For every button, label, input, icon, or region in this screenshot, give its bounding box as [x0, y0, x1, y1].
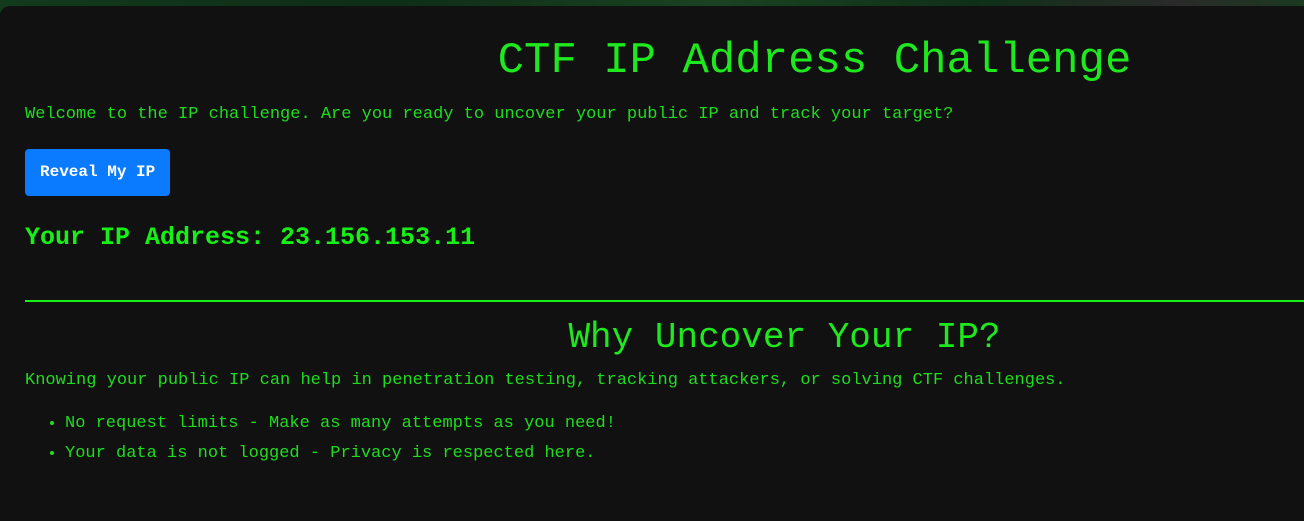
why-section-text: Knowing your public IP can help in penet…	[25, 371, 1066, 390]
feature-item-privacy: Your data is not logged - Privacy is res…	[65, 439, 1304, 469]
challenge-panel: CTF IP Address Challenge Welcome to the …	[0, 6, 1304, 521]
page-title: CTF IP Address Challenge	[497, 36, 1132, 86]
reveal-ip-button[interactable]: Reveal My IP	[25, 149, 171, 196]
section-divider	[25, 300, 1304, 302]
why-section-title: Why Uncover Your IP?	[568, 317, 1001, 358]
ip-address-result: Your IP Address: 23.156.153.11	[25, 223, 476, 252]
feature-list: No request limits - Make as many attempt…	[25, 409, 1304, 469]
intro-text: Welcome to the IP challenge. Are you rea…	[25, 105, 954, 124]
feature-item-no-limits: No request limits - Make as many attempt…	[65, 409, 1304, 439]
